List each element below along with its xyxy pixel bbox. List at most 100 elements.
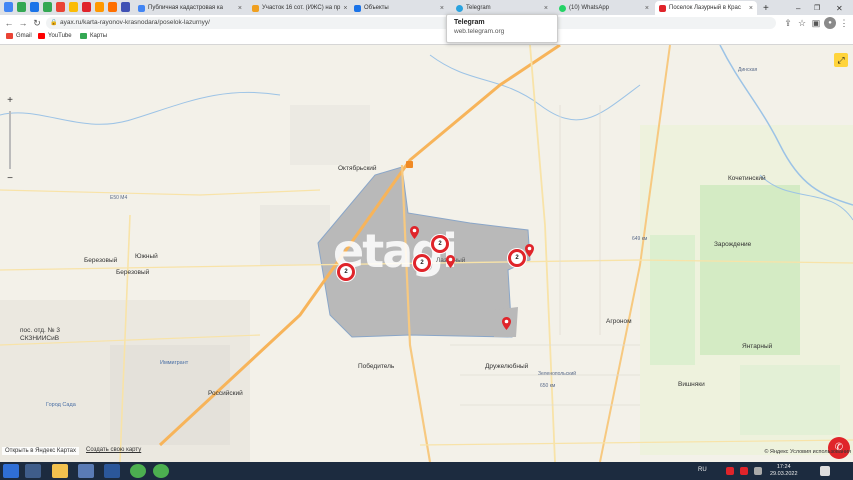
location-pin-icon[interactable] xyxy=(525,244,534,257)
map-label: Вишняки xyxy=(678,381,705,388)
pinned-tab-icon[interactable] xyxy=(95,2,104,12)
volume-icon[interactable] xyxy=(754,467,762,475)
open-in-yandex-link[interactable]: Открыть в Яндекс Картах xyxy=(2,447,79,455)
url-text: ayax.ru/karta-rayonov-krasnodara/poselok… xyxy=(60,19,210,26)
zoom-in-button[interactable]: + xyxy=(4,95,16,107)
folder-icon[interactable] xyxy=(52,464,68,478)
bookmark-maps[interactable]: Карты xyxy=(80,33,107,39)
taskbar-app-icon[interactable] xyxy=(78,464,94,478)
tab-objects[interactable]: Объекты × xyxy=(350,1,448,15)
maps-icon xyxy=(80,33,87,39)
close-icon[interactable]: × xyxy=(235,5,242,12)
map-label: 649 км xyxy=(632,236,648,242)
cluster-marker[interactable]: 2 xyxy=(431,235,449,253)
sidebar-icon[interactable]: ▣ xyxy=(810,17,822,29)
share-icon[interactable]: ⇪ xyxy=(782,17,794,29)
map-label: пос. отд. № 3 xyxy=(20,327,61,334)
location-pin-icon[interactable] xyxy=(446,255,455,268)
tooltip-title: Telegram xyxy=(454,19,485,26)
map-label: Южный xyxy=(135,253,158,260)
taskbar-app-icon[interactable] xyxy=(104,464,120,478)
chrome-icon[interactable] xyxy=(153,464,169,478)
map-label: Агроном xyxy=(606,318,632,325)
close-icon[interactable]: × xyxy=(541,5,548,12)
map-label: Иммигрант xyxy=(160,360,189,366)
pinned-tab-icon[interactable] xyxy=(43,2,52,12)
language-indicator[interactable]: RU xyxy=(698,467,707,473)
tab-title: (10) WhatsApp xyxy=(569,5,610,11)
cluster-marker[interactable]: 2 xyxy=(508,249,526,267)
tab-title: Публичная кадастровая ка xyxy=(148,5,223,11)
close-window-icon[interactable]: ✕ xyxy=(832,1,846,15)
globe-icon xyxy=(354,4,361,12)
new-tab-button[interactable]: + xyxy=(759,1,773,15)
tray-icon[interactable] xyxy=(740,467,748,475)
clock[interactable]: 17:24 29.03.2022 xyxy=(770,464,798,478)
tab-cadastral[interactable]: Публичная кадастровая ка × xyxy=(134,1,246,15)
zoom-slider[interactable] xyxy=(9,111,11,169)
bookmark-youtube[interactable]: YouTube xyxy=(38,33,72,39)
map-label: СКЗНИИСиВ xyxy=(20,335,60,342)
pinned-tab-icon[interactable] xyxy=(56,2,65,12)
menu-icon[interactable]: ⋮ xyxy=(838,17,850,29)
tab-plot[interactable]: Участок 16 сот. (ИЖС) на пр × xyxy=(248,1,348,15)
start-icon[interactable] xyxy=(3,464,19,478)
reload-icon[interactable]: ↻ xyxy=(31,17,43,29)
tab-title: Объекты xyxy=(364,5,389,11)
star-icon[interactable]: ☆ xyxy=(796,17,808,29)
avatar[interactable]: ● xyxy=(824,17,836,29)
tab-lazurny[interactable]: Поселок Лазурный в Крас × xyxy=(655,1,757,15)
maximize-icon[interactable]: ❐ xyxy=(810,1,822,15)
close-icon[interactable]: × xyxy=(340,5,347,12)
tab-tooltip: Telegram web.telegram.org xyxy=(446,14,558,43)
fullscreen-icon[interactable]: ⤢ xyxy=(834,53,848,67)
lock-icon: 🔒 xyxy=(50,20,58,26)
tray-icon[interactable] xyxy=(726,467,734,475)
youtube-icon xyxy=(38,33,45,39)
create-map-link[interactable]: Создать свою карту xyxy=(86,447,141,453)
telegram-icon xyxy=(456,4,463,12)
map-view[interactable]: etagi + − Октябрьский Березовый Южный Бе… xyxy=(0,45,853,462)
bookmark-label: YouTube xyxy=(48,33,72,39)
pinned-tab-icon[interactable] xyxy=(17,2,26,12)
taskbar-app-icon[interactable] xyxy=(25,464,41,478)
cluster-marker[interactable]: 2 xyxy=(337,263,355,281)
forward-arrow-icon[interactable]: → xyxy=(17,17,29,29)
pinned-tab-icon[interactable] xyxy=(82,2,91,12)
cluster-marker[interactable]: 2 xyxy=(413,254,431,272)
chrome-icon[interactable] xyxy=(130,464,146,478)
tab-title: Telegram xyxy=(466,5,491,11)
pinned-tab-icon[interactable] xyxy=(108,2,117,12)
os-taskbar: RU 17:24 29.03.2022 xyxy=(0,462,853,480)
map-label: Березовый xyxy=(84,257,118,264)
pinned-tab-icon[interactable] xyxy=(69,2,78,12)
bookmark-label: Gmail xyxy=(16,33,32,39)
tab-telegram[interactable]: Telegram × xyxy=(452,1,552,15)
close-icon[interactable]: × xyxy=(642,5,649,12)
map-label: Октябрьский xyxy=(338,165,377,172)
bookmark-label: Карты xyxy=(90,33,108,39)
bookmark-gmail[interactable]: Gmail xyxy=(6,33,32,39)
globe-icon xyxy=(138,4,145,12)
pinned-tab-icon[interactable] xyxy=(4,2,13,12)
tooltip-url: web.telegram.org xyxy=(454,28,505,35)
pinned-tab-icon[interactable] xyxy=(30,2,39,12)
location-pin-icon[interactable] xyxy=(410,226,419,239)
back-arrow-icon[interactable]: ← xyxy=(3,17,15,29)
minimize-icon[interactable]: – xyxy=(792,1,804,15)
browser-toolbar: ← → ↻ 🔒 ayax.ru/karta-rayonov-krasnodara… xyxy=(0,15,853,31)
copyright-text[interactable]: © Яндекс Условия использования xyxy=(764,449,851,455)
pinned-tab-icon[interactable] xyxy=(121,2,130,12)
globe-icon xyxy=(252,4,259,12)
map-label: Динская xyxy=(738,67,758,73)
location-pin-icon[interactable] xyxy=(502,317,511,330)
close-icon[interactable]: × xyxy=(746,5,753,12)
phone-call-button[interactable]: ✆ xyxy=(828,437,850,459)
close-icon[interactable]: × xyxy=(437,5,444,12)
notification-icon[interactable] xyxy=(820,466,830,476)
tab-title: Участок 16 сот. (ИЖС) на пр xyxy=(262,5,341,11)
route-marker-icon xyxy=(406,161,413,168)
zoom-out-button[interactable]: − xyxy=(4,173,16,185)
address-bar[interactable]: 🔒 ayax.ru/karta-rayonov-krasnodara/posel… xyxy=(46,17,776,29)
tab-whatsapp[interactable]: (10) WhatsApp × xyxy=(555,1,653,15)
